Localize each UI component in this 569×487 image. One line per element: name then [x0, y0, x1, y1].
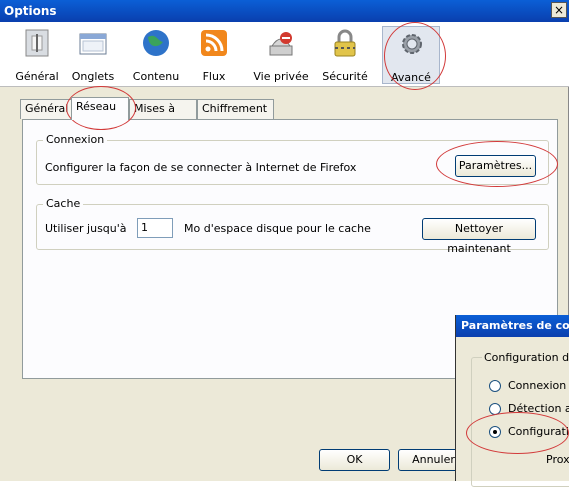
radio-direct-connection[interactable]: [489, 380, 501, 392]
padlock-icon: [334, 29, 356, 57]
cache-label-prefix: Utiliser jusqu'à: [45, 222, 127, 235]
connection-settings-button[interactable]: Paramètres...: [455, 155, 536, 177]
cache-size-input[interactable]: 1: [137, 218, 173, 238]
tab-updates[interactable]: Mises à jour: [129, 99, 197, 133]
toolbar-advanced[interactable]: Avancé: [382, 26, 440, 84]
tab-network[interactable]: Réseau: [71, 97, 129, 120]
proxy-label: Prox: [546, 453, 569, 466]
cache-label-suffix: Mo d'espace disque pour le cache: [184, 222, 371, 235]
toolbar-label: Avancé: [391, 71, 431, 84]
toolbar-label: Général: [15, 70, 59, 83]
ok-button[interactable]: OK: [319, 449, 390, 471]
toolbar-feeds[interactable]: Flux: [185, 26, 243, 84]
clear-cache-button[interactable]: Nettoyer maintenant: [422, 218, 536, 255]
cache-legend: Cache: [43, 197, 84, 210]
tab-encryption[interactable]: Chiffrement: [197, 99, 274, 119]
title-bar: Options ×: [0, 0, 569, 22]
privacy-mask-icon: [269, 32, 293, 56]
connection-legend: Connexion: [43, 133, 108, 146]
toolbar-content[interactable]: Contenu: [127, 26, 185, 84]
radio-manual-config[interactable]: [489, 426, 501, 438]
toolbar-divider: [0, 86, 569, 87]
rss-feed-icon: [201, 30, 227, 56]
dialog-title: Paramètres de co: [456, 315, 569, 337]
toolbar-label: Flux: [202, 70, 226, 83]
options-window: Options × Général Onglets Contenu Flux V…: [0, 0, 569, 487]
toolbar-general[interactable]: Général: [8, 26, 66, 84]
general-switch-icon: [25, 29, 49, 57]
radio-label: Configurati: [508, 425, 569, 438]
radio-label: Connexion: [508, 379, 567, 392]
connection-group: Connexion Configurer la façon de se conn…: [36, 133, 549, 185]
toolbar-security[interactable]: Sécurité: [316, 26, 374, 84]
tabs-window-icon: [79, 33, 107, 55]
connection-description: Configurer la façon de se connecter à In…: [45, 161, 357, 174]
configuration-group: Configuration du: [471, 351, 569, 487]
globe-icon: [143, 30, 169, 56]
toolbar-label: Contenu: [132, 70, 180, 83]
radio-label: Détection a: [508, 402, 569, 415]
toolbar-label: Sécurité: [322, 70, 368, 83]
connection-settings-dialog: Paramètres de co Configuration du Connex…: [455, 315, 569, 487]
toolbar-label: Vie privée: [253, 70, 309, 83]
configuration-legend: Configuration du: [482, 351, 569, 364]
toolbar-privacy[interactable]: Vie privée: [252, 26, 310, 84]
options-toolbar: Général Onglets Contenu Flux Vie privée …: [0, 22, 569, 86]
toolbar-label: Onglets: [71, 70, 115, 83]
cache-group: Cache Utiliser jusqu'à 1 Mo d'espace dis…: [36, 197, 549, 255]
window-title: Options: [4, 4, 57, 18]
radio-auto-detect[interactable]: [489, 403, 501, 415]
gear-icon: [402, 34, 422, 54]
close-button[interactable]: ×: [551, 2, 567, 18]
tab-general[interactable]: Général: [20, 99, 72, 119]
toolbar-tabs[interactable]: Onglets: [64, 26, 122, 84]
